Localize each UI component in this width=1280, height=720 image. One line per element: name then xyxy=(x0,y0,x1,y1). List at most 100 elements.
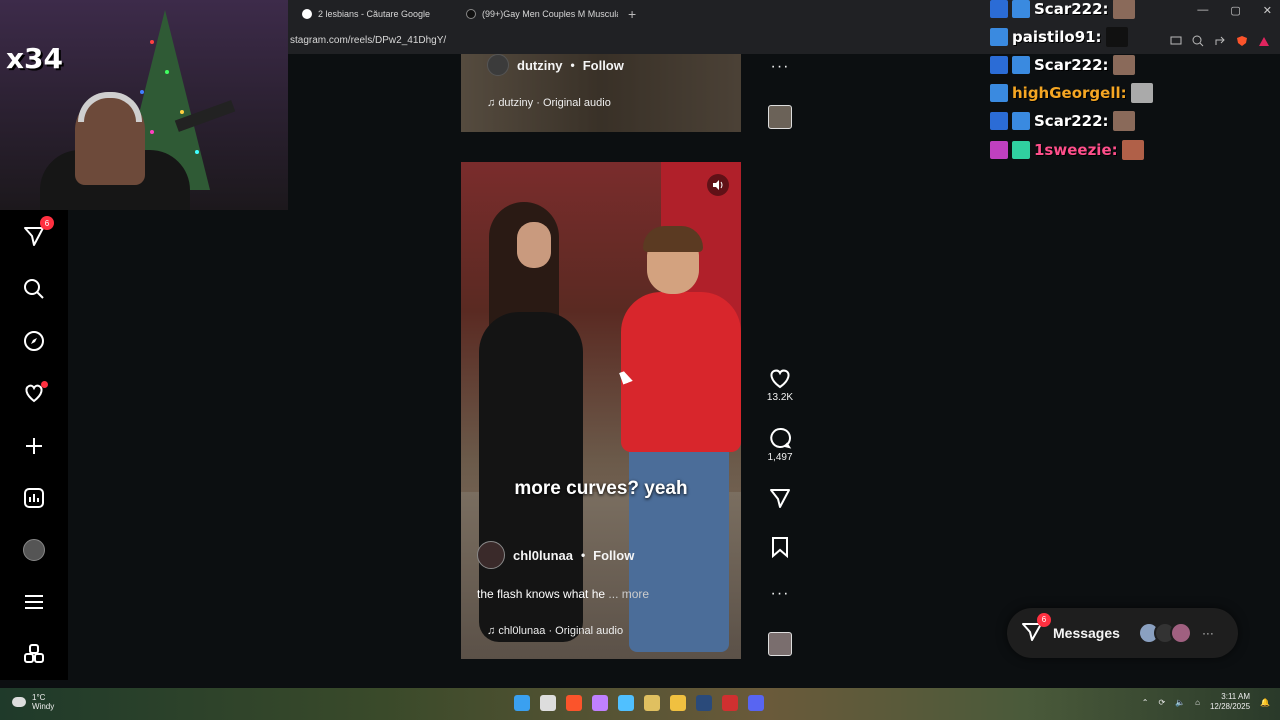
reel-video[interactable]: more curves? yeah chl0lunaa • Follow the… xyxy=(461,162,741,659)
save-button[interactable] xyxy=(765,536,795,558)
subscriber-badge-icon xyxy=(990,141,1008,159)
app-icon[interactable] xyxy=(618,695,634,711)
chat-message: Scar222: xyxy=(990,0,1135,21)
avatar[interactable] xyxy=(477,541,505,569)
temperature: 1°C xyxy=(32,693,46,702)
network-icon[interactable]: ⌂ xyxy=(1195,698,1200,707)
more-icon: ··· xyxy=(1201,626,1214,640)
username[interactable]: chl0lunaa xyxy=(513,548,573,563)
username[interactable]: dutziny xyxy=(517,58,563,73)
dashboard-link[interactable] xyxy=(20,484,48,512)
separator: • xyxy=(580,548,586,562)
previous-reel[interactable]: dutziny • Follow ♫ dutziny · Original au… xyxy=(461,54,741,132)
more-options-prev-button[interactable]: ··· xyxy=(765,58,795,76)
prev-audio-thumbnail[interactable] xyxy=(768,105,792,129)
explore-link[interactable] xyxy=(20,327,48,355)
more-menu-link[interactable] xyxy=(20,588,48,616)
start-icon[interactable] xyxy=(514,695,530,711)
brave-icon[interactable] xyxy=(566,695,582,711)
notifications-link[interactable] xyxy=(20,379,48,407)
direct-messages-link[interactable]: 6 xyxy=(20,216,54,250)
url-text[interactable]: stagram.com/reels/DPw2_41DhgY/ xyxy=(290,35,446,46)
badge-icon xyxy=(990,56,1008,74)
audio-link[interactable]: ♫ chl0lunaa · Original audio xyxy=(487,625,623,637)
follow-button[interactable]: Follow xyxy=(593,548,634,563)
webcam-overlay: x34 xyxy=(0,0,288,210)
subscriber-badge-icon xyxy=(990,84,1008,102)
weather-condition: Windy xyxy=(32,702,55,711)
close-button[interactable]: ✕ xyxy=(1263,4,1272,17)
follow-button[interactable]: Follow xyxy=(583,58,624,73)
time: 3:11 AM xyxy=(1221,692,1251,701)
chat-message: 1sweezie: xyxy=(990,138,1144,162)
search-link[interactable] xyxy=(20,275,48,303)
minimize-button[interactable]: — xyxy=(1197,4,1208,17)
audio-link[interactable]: ♫ dutziny · Original audio xyxy=(487,97,611,109)
speaker-icon[interactable]: 🔈 xyxy=(1175,698,1185,707)
volume-button[interactable] xyxy=(707,174,729,196)
sync-icon[interactable]: ⟳ xyxy=(1158,698,1165,707)
more-link[interactable]: ... more xyxy=(608,587,649,601)
instagram-sidebar: 6 xyxy=(0,210,68,680)
audio-thumbnail[interactable] xyxy=(768,632,792,656)
zoom-icon[interactable] xyxy=(1192,34,1204,47)
notification-badge: 6 xyxy=(40,216,54,230)
subscriber-badge-icon xyxy=(1012,0,1030,18)
discord-icon[interactable] xyxy=(748,695,764,711)
audio-label: dutziny · Original audio xyxy=(498,97,611,109)
chat-username: Scar222: xyxy=(1034,0,1109,18)
weather-widget[interactable]: 1°C Windy xyxy=(12,693,54,711)
tiktok-favicon-icon xyxy=(466,8,476,19)
system-tray: ⌃ ⟳ 🔈 ⌂ 3:11 AM 12/28/2025 🔔 xyxy=(1142,692,1270,712)
window-controls: — ▢ ✕ xyxy=(1197,4,1272,17)
tab-google[interactable]: 2 lesbians - Căutare Google xyxy=(290,0,454,27)
emote-icon xyxy=(1121,140,1144,160)
emote-icon xyxy=(1105,27,1128,47)
windows-taskbar: 1°C Windy ⌃ ⟳ 🔈 ⌂ 3:11 AM 12/28/2025 🔔 xyxy=(0,688,1280,720)
share-icon[interactable] xyxy=(1214,34,1226,46)
new-tab-button[interactable]: + xyxy=(618,6,646,22)
folder-icon[interactable] xyxy=(670,695,686,711)
notification-dot xyxy=(41,381,48,388)
clock[interactable]: 3:11 AM 12/28/2025 xyxy=(1210,692,1250,712)
messages-button[interactable]: 6 Messages ··· xyxy=(1007,608,1238,658)
emote-icon xyxy=(1130,83,1153,103)
message-avatars xyxy=(1137,622,1192,644)
chevron-up-icon[interactable]: ⌃ xyxy=(1142,698,1149,707)
avatar[interactable] xyxy=(487,54,509,76)
address-bar[interactable]: stagram.com/reels/DPw2_41DhgY/ xyxy=(290,27,1280,54)
explore-icon xyxy=(24,331,44,351)
chat-message: highGeorgell: xyxy=(990,81,1153,105)
task-view-icon[interactable] xyxy=(540,695,556,711)
steam-icon[interactable] xyxy=(696,695,712,711)
emote-icon xyxy=(1112,111,1135,131)
profile-avatar xyxy=(23,539,45,561)
app-icon[interactable] xyxy=(644,695,660,711)
more-options-button[interactable]: ··· xyxy=(765,585,795,603)
tab-tiktok[interactable]: (99+)Gay Men Couples M Muscular | xyxy=(454,0,618,27)
tab-strip: 2 lesbians - Căutare Google (99+)Gay Men… xyxy=(290,0,646,27)
heart-icon xyxy=(770,369,790,389)
chat-username: paistilo91: xyxy=(1012,28,1102,46)
app-icon[interactable] xyxy=(722,695,738,711)
reel-author: chl0lunaa • Follow xyxy=(477,541,634,569)
reel-description: the flash knows what he ... more xyxy=(477,587,649,601)
share-button[interactable] xyxy=(765,487,795,509)
brave-shield-icon[interactable] xyxy=(1236,34,1248,46)
app-icon[interactable] xyxy=(592,695,608,711)
notification-bell-icon[interactable]: 🔔 xyxy=(1260,698,1270,707)
maximize-button[interactable]: ▢ xyxy=(1230,4,1240,17)
badge-icon xyxy=(990,112,1008,130)
more-icon: ··· xyxy=(770,58,790,75)
direct-icon-wrapper: 6 xyxy=(1021,612,1051,646)
apps-link[interactable] xyxy=(20,641,48,669)
comment-button[interactable]: 1,497 xyxy=(765,427,795,463)
badge-icon xyxy=(990,0,1008,18)
google-favicon-icon xyxy=(302,8,312,19)
profile-link[interactable] xyxy=(20,536,48,564)
like-button[interactable]: 13.2K xyxy=(765,367,795,403)
share-icon xyxy=(770,489,790,508)
create-link[interactable] xyxy=(20,432,48,460)
brave-rewards-icon[interactable] xyxy=(1258,34,1270,46)
screen-icon[interactable] xyxy=(1170,34,1182,46)
